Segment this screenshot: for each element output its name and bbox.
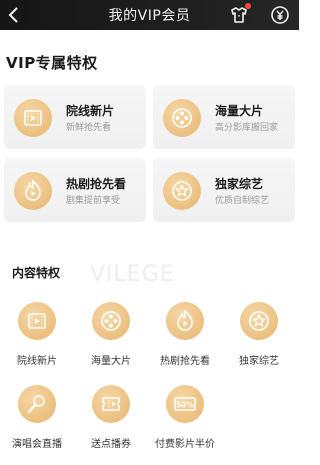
star-badge-icon (240, 302, 278, 340)
page-title: 我的VIP会员 (108, 8, 191, 24)
grid-item-label: 热剧抢先看 (160, 356, 210, 367)
grid-item-theater[interactable]: 院线新片 (4, 302, 70, 372)
currency-icon (271, 6, 289, 24)
card-title: 热剧抢先看 (66, 177, 127, 191)
ticket-icon (92, 385, 130, 423)
section-watermark: VILEGE (90, 262, 175, 287)
notification-dot (245, 3, 251, 9)
fifty-percent-icon: 50% (166, 385, 204, 423)
movie-ticket-icon (14, 99, 52, 137)
card-subtitle: 新鲜抢先看 (66, 123, 112, 133)
grid-item-label: 独家综艺 (239, 356, 279, 367)
grid-item-vod-ticket[interactable]: 送点播券 (78, 385, 144, 455)
star-badge-icon (163, 172, 201, 210)
card-subtitle: 优质自制综艺 (215, 196, 270, 206)
content-section-title: 内容特权 (12, 266, 61, 280)
gift-button[interactable] (229, 3, 251, 25)
vip-section-title: VIP专属特权 (6, 54, 98, 72)
grid-item-paid-half-price[interactable]: 50% 付费影片半价 (152, 385, 218, 455)
grid-item-label: 演唱会直播 (12, 439, 62, 450)
vip-card-hot-drama[interactable]: 热剧抢先看 剧集提前享受 (4, 158, 146, 222)
vip-card-variety[interactable]: 独家综艺 优质自制综艺 (153, 158, 295, 222)
grid-item-label: 院线新片 (17, 356, 57, 367)
grid-item-label: 付费影片半价 (155, 439, 215, 450)
grid-item-label: 海量大片 (91, 356, 131, 367)
flame-play-icon (166, 302, 204, 340)
card-title: 海量大片 (215, 104, 264, 118)
microphone-icon (18, 385, 56, 423)
top-bar: 我的VIP会员 (0, 0, 299, 30)
fifty-percent-text: 50% (176, 401, 194, 410)
flame-play-icon (14, 172, 52, 210)
card-title: 院线新片 (66, 104, 115, 118)
grid-item-blockbuster[interactable]: 海量大片 (78, 302, 144, 372)
grid-item-variety[interactable]: 独家综艺 (226, 302, 292, 372)
card-subtitle: 高分影库搬回家 (215, 123, 279, 133)
grid-item-hot-drama[interactable]: 热剧抢先看 (152, 302, 218, 372)
vip-card-theater[interactable]: 院线新片 新鲜抢先看 (4, 85, 146, 149)
card-title: 独家综艺 (215, 177, 264, 191)
film-reel-icon (163, 99, 201, 137)
grid-item-concert-live[interactable]: 演唱会直播 (4, 385, 70, 455)
movie-ticket-icon (18, 302, 56, 340)
card-subtitle: 剧集提前享受 (66, 196, 121, 206)
vip-card-blockbuster[interactable]: 海量大片 高分影库搬回家 (153, 85, 295, 149)
film-reel-icon (92, 302, 130, 340)
coin-button[interactable] (270, 5, 290, 25)
grid-item-label: 送点播券 (91, 439, 131, 450)
